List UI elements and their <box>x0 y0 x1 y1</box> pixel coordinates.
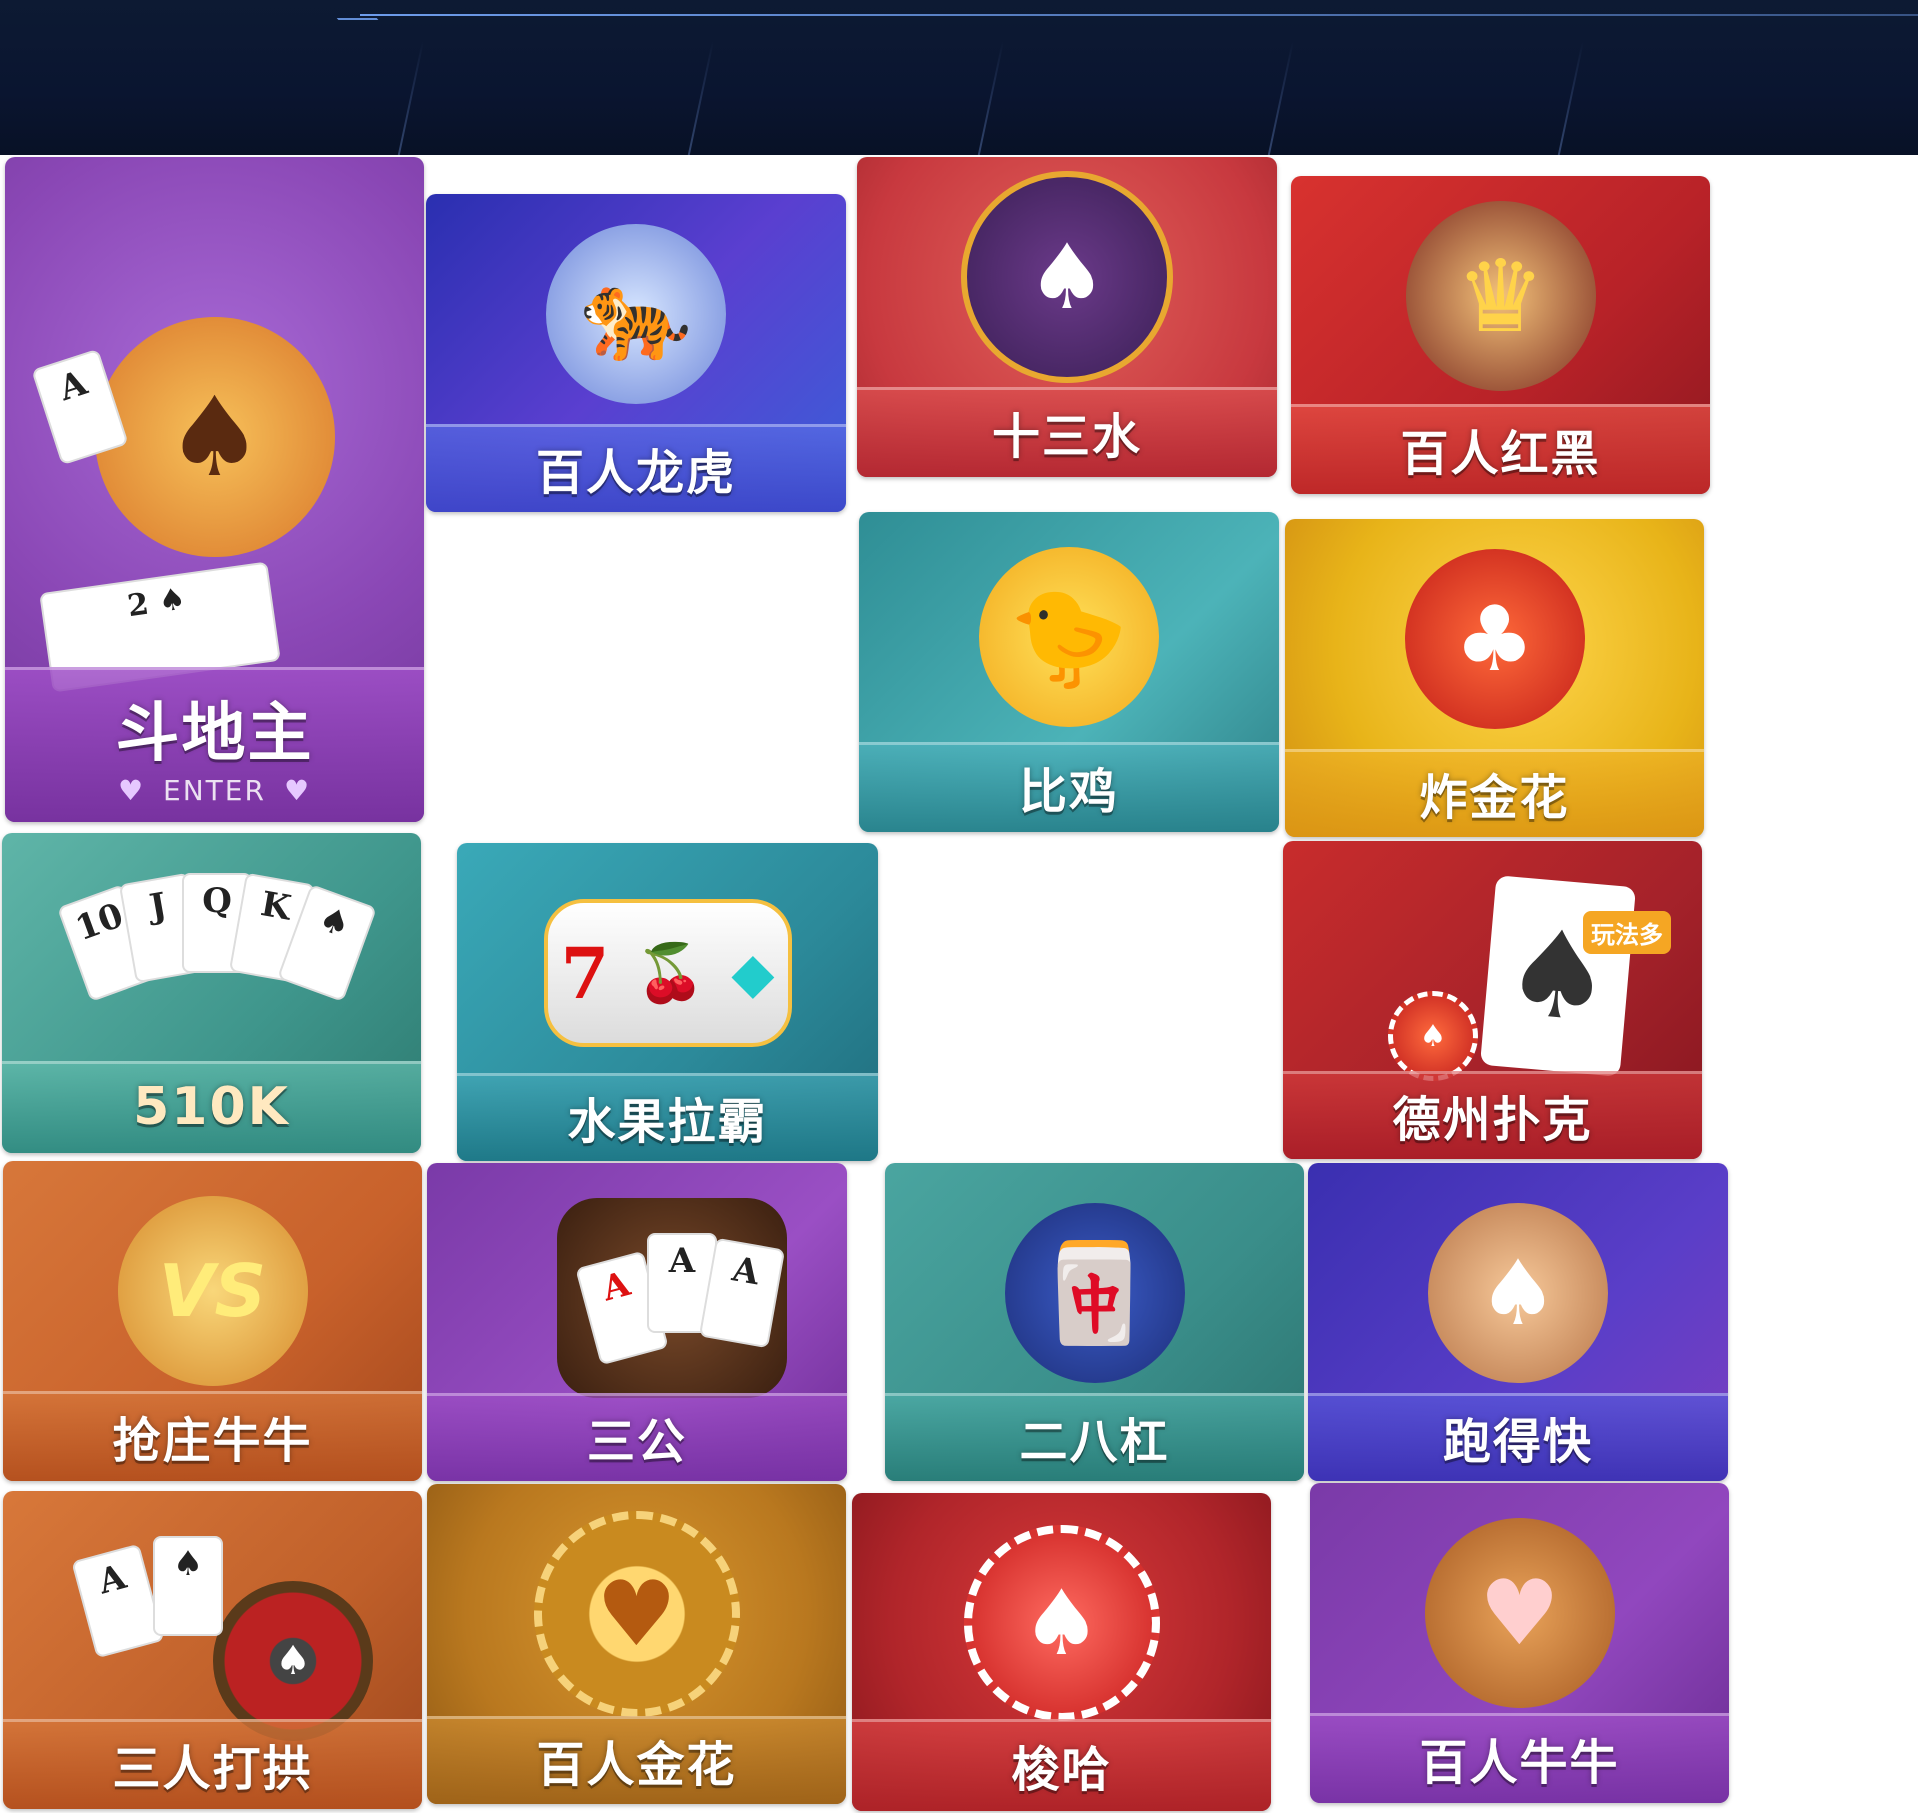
spade-card-icon: ♠ <box>1479 875 1637 1077</box>
play-more-badge: 玩法多 <box>1583 911 1671 954</box>
game-title: 炸金花 <box>1419 770 1570 826</box>
poker-chip-icon: ♠ <box>1388 991 1478 1081</box>
game-label-band: 百人金花 <box>427 1716 846 1804</box>
game-label-band: 德州扑克 <box>1283 1071 1702 1159</box>
top-banner <box>0 0 1918 155</box>
banner-divider <box>1267 40 1295 155</box>
roulette-chips-icon: ♠ <box>213 1581 373 1741</box>
game-label-band: 十三水 <box>857 387 1277 477</box>
game-label-band: 二八杠 <box>885 1393 1304 1481</box>
game-title: 跑得快 <box>1442 1414 1593 1470</box>
enter-row: ♥ ENTER ♥ <box>118 774 311 807</box>
farmer-boy-icon: ♠ <box>94 317 335 557</box>
game-label-band: 水果拉霸 <box>457 1073 878 1161</box>
banner-edge-line <box>360 14 1918 16</box>
chick-girl-icon: 🐤 <box>979 547 1159 727</box>
mahjong-lady-icon: 🀄 <box>1004 1203 1185 1383</box>
game-tile-sanren-dagong[interactable]: ♠ A ♠ 三人打拱 <box>3 1491 422 1809</box>
game-tile-qiangzhuang-niuniu[interactable]: VS 抢庄牛牛 <box>3 1161 422 1481</box>
game-tile-shisanshui[interactable]: ♠ 十三水 <box>857 157 1277 477</box>
game-label-band: 百人龙虎 <box>426 424 846 512</box>
banner-divider <box>687 40 715 155</box>
game-title: 抢庄牛牛 <box>112 1413 313 1469</box>
game-label-band: 梭哈 <box>852 1719 1271 1811</box>
game-title: 百人牛牛 <box>1419 1735 1620 1791</box>
game-title: 十三水 <box>991 409 1142 465</box>
playing-card-icon: A <box>71 1543 165 1659</box>
heart-icon: ♥ <box>283 774 312 807</box>
slot-machine-icon: 7 🍒 ◆ <box>543 899 792 1047</box>
playing-card-icon: ♠ <box>153 1536 223 1636</box>
game-tile-bairen-honghei[interactable]: ♛ 百人红黑 <box>1291 176 1710 494</box>
game-title: 比鸡 <box>1018 764 1119 820</box>
donkey-rider-icon: ♠ <box>1428 1203 1608 1383</box>
banner-divider <box>397 40 425 155</box>
game-tile-bairen-longhu[interactable]: 🐅 百人龙虎 <box>426 194 846 512</box>
game-tile-510k[interactable]: 10 J Q K ♠ 510K <box>2 833 421 1153</box>
gambler-man-icon: ♠ <box>961 171 1173 383</box>
game-title: 斗地主 <box>115 697 314 771</box>
game-label-band: 跑得快 <box>1308 1393 1728 1481</box>
game-label-band: 百人牛牛 <box>1310 1713 1729 1803</box>
game-tile-bairen-niuniu[interactable]: ♥ 百人牛牛 <box>1310 1483 1729 1803</box>
game-tile-doudizhu[interactable]: ♠ A 2 ♠ 斗地主 ♥ ENTER ♥ <box>5 157 424 822</box>
golden-chip-icon: ♥ <box>533 1511 740 1717</box>
game-tile-paodekuai[interactable]: ♠ 跑得快 <box>1308 1163 1728 1481</box>
game-tile-bairen-jinhua[interactable]: ♥ 百人金花 <box>427 1484 846 1804</box>
enter-label: ENTER <box>163 774 266 807</box>
queen-king-icon: ♛ <box>1405 201 1596 391</box>
game-title: 三人打拱 <box>112 1741 313 1797</box>
banner-divider <box>977 40 1005 155</box>
game-title: 二八杠 <box>1019 1414 1170 1470</box>
game-tile-erbagang[interactable]: 🀄 二八杠 <box>885 1163 1304 1481</box>
game-label-band: 比鸡 <box>859 742 1279 832</box>
game-title: 百人龙虎 <box>535 445 736 501</box>
laughing-bull-icon: VS <box>117 1196 308 1386</box>
game-tile-dezhou-puke[interactable]: ♠ 玩法多 ♠ 德州扑克 <box>1283 841 1702 1159</box>
game-label-band: 斗地主 ♥ ENTER ♥ <box>5 667 424 822</box>
ice-tiger-icon: 🐅 <box>546 224 726 404</box>
game-tile-sangong[interactable]: A A A 三公 <box>427 1163 847 1481</box>
game-title: 梭哈 <box>1011 1742 1112 1798</box>
game-label-band: 抢庄牛牛 <box>3 1391 422 1481</box>
game-tile-suoha[interactable]: ♠ 梭哈 <box>852 1493 1271 1811</box>
game-title: 德州扑克 <box>1392 1092 1593 1148</box>
game-title: 百人金花 <box>536 1737 737 1793</box>
game-title: 三公 <box>586 1414 687 1470</box>
game-label-band: 510K <box>2 1061 421 1153</box>
game-tile-shuiguo-laba[interactable]: 7 🍒 ◆ 水果拉霸 <box>457 843 878 1161</box>
game-label-band: 三公 <box>427 1393 847 1481</box>
banner-notch <box>321 0 379 20</box>
game-tile-zhajinhua[interactable]: ♣ 炸金花 <box>1285 519 1704 837</box>
bull-dice-icon: ♥ <box>1424 1518 1615 1708</box>
game-label-band: 三人打拱 <box>3 1719 422 1809</box>
cherry-icon: 🍒 <box>635 940 706 1006</box>
game-label-band: 百人红黑 <box>1291 404 1710 494</box>
game-tile-biji[interactable]: 🐤 比鸡 <box>859 512 1279 832</box>
banner-divider <box>1557 40 1585 155</box>
aces-chip-icon: A A A <box>557 1198 787 1398</box>
diamond-icon: ◆ <box>731 940 775 1006</box>
game-title: 510K <box>133 1077 290 1137</box>
crown-trophy-icon: ♠ <box>963 1525 1160 1721</box>
heart-icon: ♥ <box>117 774 146 807</box>
game-label-band: 炸金花 <box>1285 749 1704 837</box>
game-title: 水果拉霸 <box>567 1094 768 1150</box>
golden-rocket-icon: ♣ <box>1404 549 1585 729</box>
game-title: 百人红黑 <box>1400 426 1601 482</box>
